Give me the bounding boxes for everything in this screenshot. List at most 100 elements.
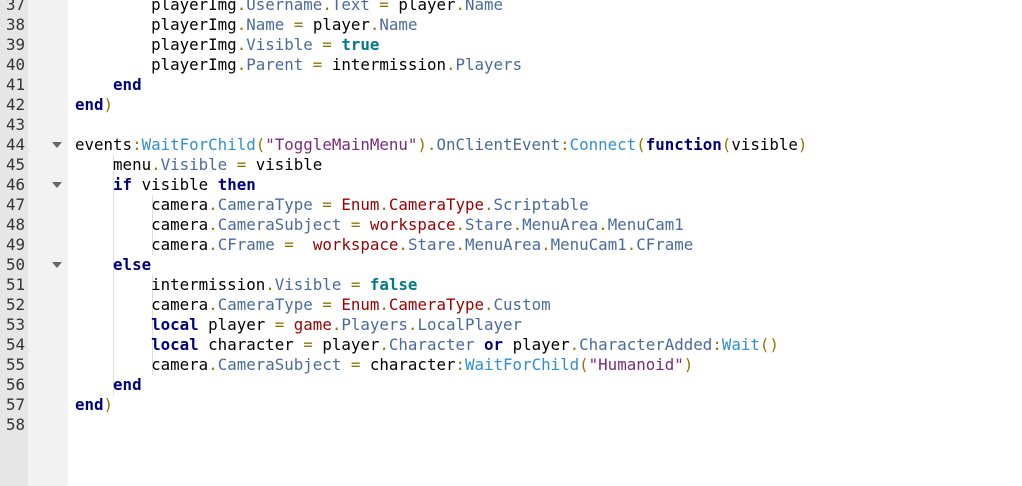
token-op: =	[341, 355, 370, 374]
token-bool: false	[369, 275, 418, 294]
token-op: .	[484, 195, 494, 214]
code-line[interactable]: 39 playerImg.Visible = true	[0, 35, 1022, 55]
token-op: =	[312, 195, 342, 214]
token-op: .	[484, 295, 494, 314]
token-op: .	[265, 275, 275, 294]
token-prop: MenuCam1	[550, 235, 627, 254]
line-number: 45	[6, 155, 26, 174]
token-prop: Visible	[246, 35, 313, 54]
code-text: playerImg.Visible = true	[75, 35, 379, 55]
code-line[interactable]: 54 local character = player.Character or…	[0, 335, 1022, 355]
token-op: (	[636, 135, 646, 154]
token-builtin: workspace	[369, 215, 456, 234]
line-number: 57	[6, 395, 26, 414]
token-id: camera	[151, 195, 209, 214]
line-number: 42	[6, 95, 26, 114]
code-text: menu.Visible = visible	[75, 155, 322, 175]
code-text: intermission.Visible = false	[75, 275, 417, 295]
token-id: camera	[151, 215, 209, 234]
token-op: .	[208, 195, 218, 214]
code-text: playerImg.Name = player.Name	[75, 15, 417, 35]
token-id: player	[322, 335, 380, 354]
token-prop: Name	[246, 15, 285, 34]
token-builtin: game	[293, 315, 332, 334]
code-text: end)	[75, 95, 113, 115]
code-editor[interactable]: 37 playerImg.Username.Text = player.Name…	[0, 0, 1022, 486]
token-op: .	[151, 155, 161, 174]
token-prop: Visible	[160, 155, 228, 174]
code-line[interactable]: 45 menu.Visible = visible	[0, 155, 1022, 175]
token-op: .	[455, 0, 466, 14]
code-line[interactable]: 51 intermission.Visible = false	[0, 275, 1022, 295]
token-op: :	[712, 335, 722, 354]
code-line[interactable]: 46 if visible then	[0, 175, 1022, 195]
code-line[interactable]: 50 else	[0, 255, 1022, 275]
fold-arrow-icon[interactable]	[52, 142, 62, 148]
token-kw: end	[75, 395, 104, 414]
code-line[interactable]: 55 camera.CameraSubject = character:Wait…	[0, 355, 1022, 375]
token-op: .	[236, 15, 247, 34]
token-op: (	[255, 135, 266, 154]
token-op: =	[303, 335, 323, 354]
line-number: 43	[6, 115, 26, 134]
token-id: intermission	[151, 275, 266, 294]
code-text: if visible then	[75, 175, 256, 195]
token-op: .	[331, 315, 342, 334]
token-op: =	[341, 275, 370, 294]
token-op: .	[369, 15, 380, 34]
token-builtin: CameraType	[388, 295, 485, 314]
code-lines: 37 playerImg.Username.Text = player.Name…	[0, 0, 1022, 435]
code-line[interactable]: 40 playerImg.Parent = intermission.Playe…	[0, 55, 1022, 75]
token-kw: end	[113, 75, 142, 94]
code-line[interactable]: 48 camera.CameraSubject = workspace.Star…	[0, 215, 1022, 235]
code-line[interactable]: 41 end	[0, 75, 1022, 95]
token-prop: Custom	[493, 295, 551, 314]
token-op: .	[407, 315, 418, 334]
code-line[interactable]: 52 camera.CameraType = Enum.CameraType.C…	[0, 295, 1022, 315]
token-prop: Parent	[246, 55, 304, 74]
code-line[interactable]: 37 playerImg.Username.Text = player.Name	[0, 0, 1022, 15]
code-line[interactable]: 42 end)	[0, 95, 1022, 115]
code-line[interactable]: 44 events:WaitForChild("ToggleMainMenu").…	[0, 135, 1022, 155]
code-line[interactable]: 49 camera.CFrame = workspace.Stare.MenuA…	[0, 235, 1022, 255]
token-kw: local	[151, 335, 199, 354]
token-op: ()	[759, 335, 779, 354]
token-kw: end	[113, 375, 142, 394]
token-id: camera	[151, 235, 209, 254]
token-id: playerImg	[151, 0, 237, 14]
code-text: end)	[75, 395, 113, 415]
token-bool: true	[341, 35, 380, 54]
code-line[interactable]: 57 end)	[0, 395, 1022, 415]
token-id: playerImg	[151, 55, 237, 74]
token-op: =	[274, 315, 294, 334]
token-op: )	[103, 95, 114, 114]
token-op: )	[103, 395, 114, 414]
line-number: 49	[6, 235, 26, 254]
code-line[interactable]: 58	[0, 415, 1022, 435]
line-number: 48	[6, 215, 26, 234]
code-text: camera.CFrame = workspace.Stare.MenuArea…	[75, 235, 693, 255]
token-op: .	[236, 55, 247, 74]
code-line[interactable]: 53 local player = game.Players.LocalPlay…	[0, 315, 1022, 335]
line-number: 52	[6, 295, 26, 314]
token-op: .	[398, 235, 408, 254]
token-prop: Name	[379, 15, 418, 34]
code-text: end	[75, 75, 142, 95]
code-line[interactable]: 38 playerImg.Name = player.Name	[0, 15, 1022, 35]
token-op: .	[626, 235, 637, 254]
token-op: =	[284, 15, 313, 34]
code-line[interactable]: 47 camera.CameraType = Enum.CameraType.S…	[0, 195, 1022, 215]
fold-arrow-icon[interactable]	[52, 262, 62, 268]
token-op: (	[721, 135, 732, 154]
token-op: :	[560, 135, 570, 154]
token-prop: Stare	[465, 215, 513, 234]
code-text: camera.CameraType = Enum.CameraType.Scri…	[75, 195, 589, 215]
fold-arrow-icon[interactable]	[52, 182, 62, 188]
token-op: =	[369, 0, 399, 14]
code-line[interactable]: 43	[0, 115, 1022, 135]
token-builtin: Enum	[341, 195, 380, 214]
token-method: Connect	[569, 135, 637, 154]
code-line[interactable]: 56 end	[0, 375, 1022, 395]
token-id: character	[198, 335, 304, 354]
token-op: =	[341, 215, 370, 234]
